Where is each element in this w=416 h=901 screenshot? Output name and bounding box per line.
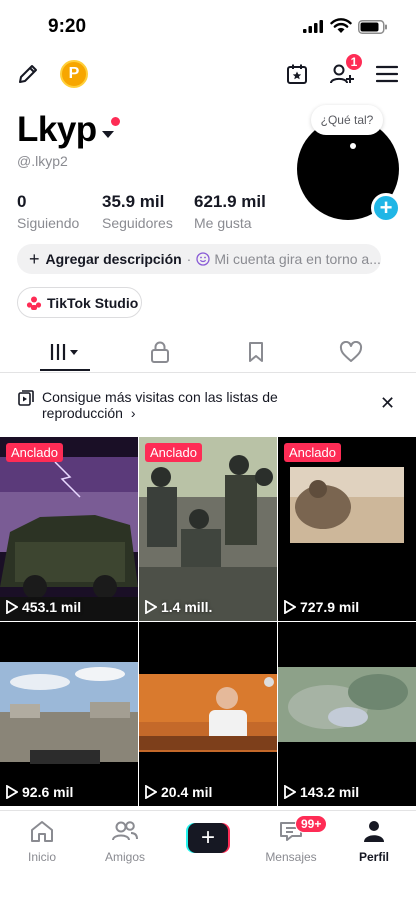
pinned-badge: Anclado: [6, 443, 63, 462]
video-thumbnail[interactable]: 20.4 mil: [139, 622, 277, 806]
separator-dot: ·: [186, 251, 192, 267]
plus-icon: +: [29, 248, 40, 269]
video-thumbnail[interactable]: Anclado 1.4 mill.: [139, 437, 277, 621]
stat-label: Me gusta: [194, 215, 252, 231]
view-count: 1.4 mill.: [145, 599, 212, 615]
status-bar: 9:20: [0, 0, 416, 52]
nav-messages-label: Mensajes: [265, 850, 317, 864]
profile-name[interactable]: Lkyp: [17, 110, 97, 150]
stat-label: Seguidores: [102, 215, 173, 231]
promo-message: Consigue más visitas con las listas de r…: [42, 389, 278, 421]
new-indicator-dot: [111, 117, 120, 126]
active-tab-indicator: [40, 369, 90, 371]
view-count: 727.9 mil: [284, 599, 359, 615]
bottom-navigation: Inicio Amigos + Mensajes 99+ Perfil: [0, 810, 416, 901]
wifi-icon: [330, 18, 352, 39]
studio-people-icon: [26, 296, 42, 310]
close-icon[interactable]: ✕: [380, 393, 395, 414]
tiktok-studio-button[interactable]: TikTok Studio: [17, 287, 142, 318]
bio-hint: Mi cuenta gira en torno a...: [214, 251, 381, 267]
nav-friends-label: Amigos: [104, 850, 145, 864]
view-count-value: 92.6 mil: [22, 784, 74, 800]
video-thumbnail[interactable]: 92.6 mil: [0, 622, 138, 806]
add-avatar-button[interactable]: +: [371, 193, 401, 223]
cellular-signal-icon: [303, 20, 325, 38]
tab-liked-heart-icon[interactable]: [331, 337, 371, 367]
nav-profile-label: Perfil: [358, 850, 389, 864]
add-description-label: Agregar descripción: [45, 251, 182, 267]
nav-friends[interactable]: Amigos: [90, 819, 160, 864]
plus-icon: +: [188, 823, 228, 853]
stat-likes[interactable]: 621.9 mil Me gusta: [194, 192, 266, 231]
stat-followers[interactable]: 35.9 mil Seguidores: [102, 192, 173, 231]
status-time: 9:20: [48, 16, 87, 37]
edit-pencil-icon[interactable]: [12, 58, 44, 90]
view-count: 92.6 mil: [6, 784, 73, 800]
video-thumbnail[interactable]: 143.2 mil: [278, 622, 416, 806]
profile-icon: [364, 821, 384, 842]
stat-value: 35.9 mil: [102, 192, 165, 211]
video-thumbnail[interactable]: Anclado 727.9 mil: [278, 437, 416, 621]
chevron-down-icon[interactable]: [101, 126, 115, 144]
battery-icon: [358, 20, 388, 39]
view-count-value: 453.1 mil: [22, 599, 82, 615]
nav-home-label: Inicio: [27, 850, 56, 864]
stat-value: 0: [17, 192, 27, 211]
view-count: 20.4 mil: [145, 784, 212, 800]
pinned-badge: Anclado: [284, 443, 341, 462]
tab-saved-bookmark-icon[interactable]: [236, 337, 276, 367]
smiley-icon: [196, 252, 210, 266]
menu-hamburger-icon[interactable]: [371, 58, 403, 90]
calendar-star-icon[interactable]: [281, 58, 313, 90]
bubble-tail: [350, 143, 356, 149]
stat-following[interactable]: 0 Siguiendo: [17, 192, 79, 231]
pinned-badge: Anclado: [145, 443, 202, 462]
view-count-value: 20.4 mil: [161, 784, 213, 800]
promo-text[interactable]: Consigue más visitas con las listas de r…: [42, 389, 322, 421]
status-bubble[interactable]: ¿Qué tal?: [311, 105, 383, 135]
view-count: 143.2 mil: [284, 784, 359, 800]
coin-icon[interactable]: P: [60, 60, 88, 88]
view-count: 453.1 mil: [6, 599, 81, 615]
friends-icon: [112, 821, 138, 841]
chevron-right-icon: ›: [130, 405, 136, 421]
view-count-value: 143.2 mil: [300, 784, 360, 800]
stat-label: Siguiendo: [17, 215, 80, 231]
playlist-icon: [18, 390, 34, 411]
view-count-value: 727.9 mil: [300, 599, 360, 615]
video-thumbnail[interactable]: Anclado 453.1 mil: [0, 437, 138, 621]
tab-private-lock-icon[interactable]: [140, 337, 180, 367]
profile-handle: @.lkyp2: [17, 153, 68, 169]
playlist-promo-banner[interactable]: Consigue más visitas con las listas de r…: [0, 385, 416, 433]
stat-value: 621.9 mil: [194, 192, 266, 211]
messages-badge: 99+: [295, 815, 328, 833]
nav-home[interactable]: Inicio: [7, 819, 77, 864]
video-grid: Anclado 453.1 mil Anclado 1.4 mill. Ancl…: [0, 437, 416, 809]
home-icon: [31, 821, 53, 842]
nav-profile[interactable]: Perfil: [339, 819, 409, 864]
content-tabs: [0, 333, 416, 373]
add-description-button[interactable]: + Agregar descripción · Mi cuenta gira e…: [17, 244, 381, 274]
view-count-value: 1.4 mill.: [161, 599, 213, 615]
notification-badge: 1: [345, 53, 363, 71]
studio-label: TikTok Studio: [47, 294, 139, 311]
tab-videos[interactable]: [45, 337, 85, 367]
create-button[interactable]: +: [186, 823, 230, 853]
